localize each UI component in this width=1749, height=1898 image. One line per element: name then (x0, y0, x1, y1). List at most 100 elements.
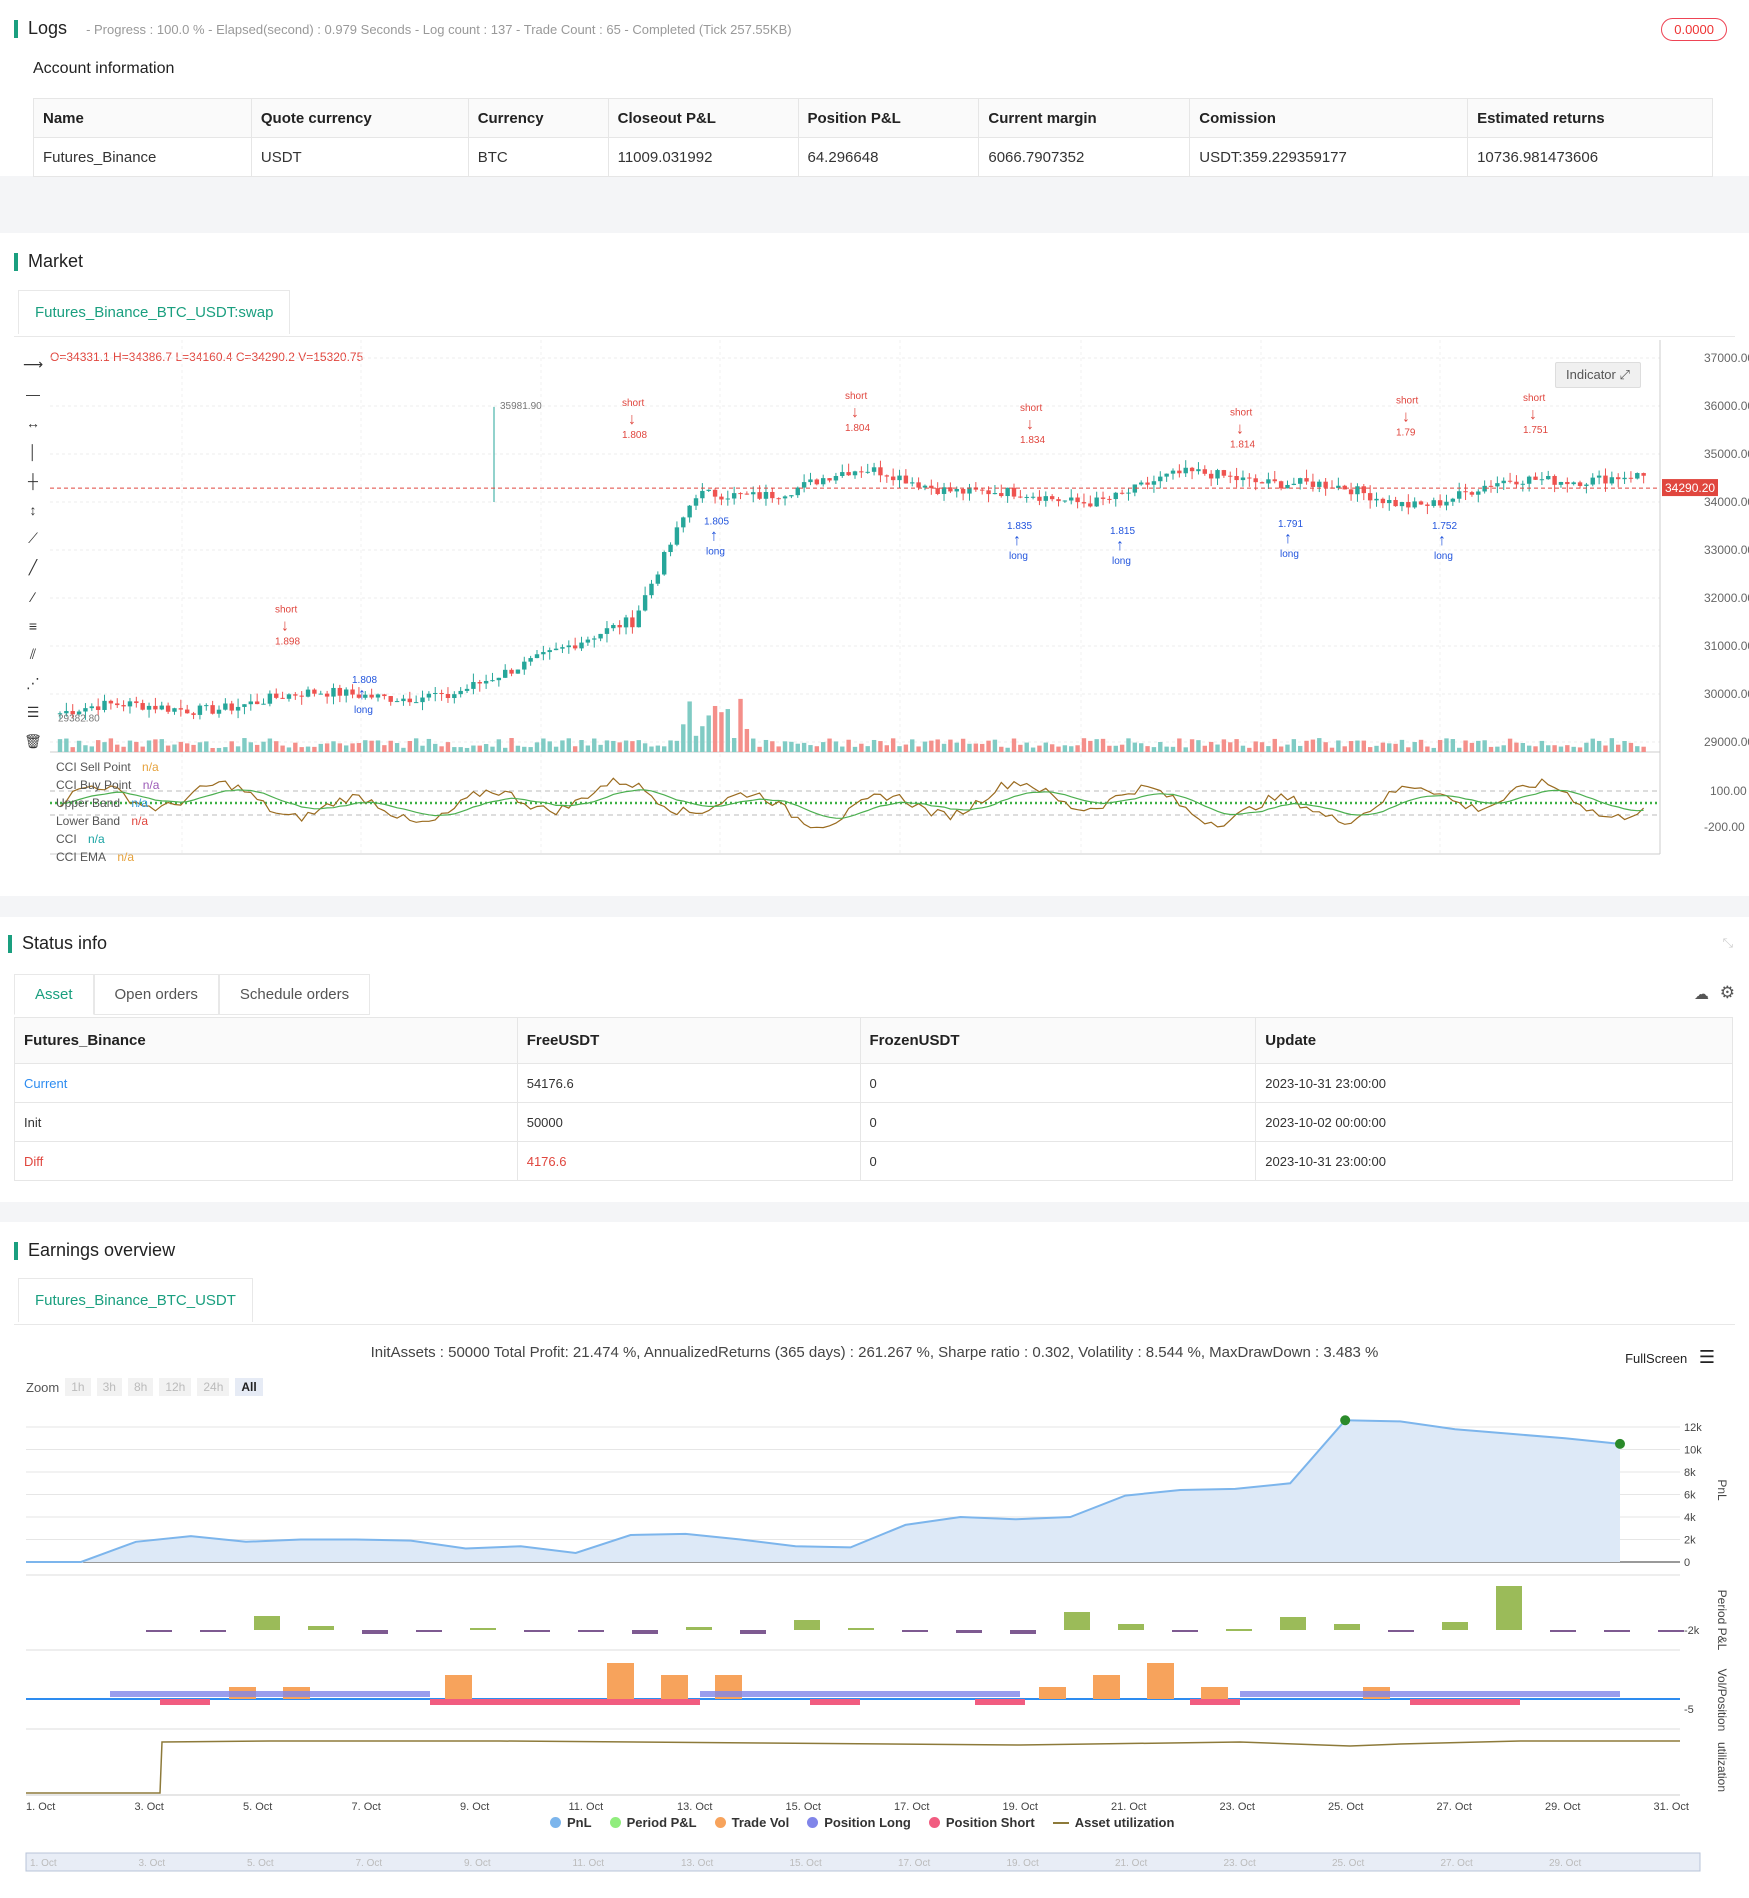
earnings-chart[interactable]: 12k 10k 8k 6k 4k 2k 0 -2k -5 PnL Period P&L Vol/Pos… (0, 1405, 1749, 1885)
period-pnl-bar (1550, 1630, 1576, 1632)
candle-body (1596, 475, 1602, 478)
volume-bar (267, 738, 273, 752)
zoom-8h-button[interactable]: 8h (127, 1378, 154, 1396)
legend-value: n/a (114, 850, 135, 864)
long-arrow-icon: ↑ (1284, 530, 1292, 547)
period-pnl-bar (308, 1626, 334, 1630)
volume-bar (344, 745, 349, 752)
legend-item[interactable]: Position Long (807, 1815, 911, 1830)
price-tick: 29000.00 (1704, 735, 1749, 749)
trade-vol-bar (1093, 1675, 1120, 1699)
price-tick: 33000.00 (1704, 543, 1749, 557)
candle-body (1425, 504, 1430, 506)
volume-bar (935, 739, 940, 752)
volume-bar (1342, 746, 1347, 752)
zoom-1h-button[interactable]: 1h (65, 1378, 91, 1396)
tab-schedule-orders[interactable]: Schedule orders (218, 974, 371, 1015)
candle-body (642, 595, 648, 611)
axis-title: Vol/Position (1715, 1669, 1729, 1732)
zoom-24h-button[interactable]: 24h (197, 1378, 230, 1396)
tab-open-orders[interactable]: Open orders (93, 974, 219, 1015)
legend-item[interactable]: Trade Vol (714, 1815, 789, 1830)
volume-bar (1113, 745, 1118, 752)
collapse-icon[interactable]: ⤡ (1723, 935, 1733, 951)
table-cell: BTC (467, 137, 609, 177)
trade-vol-bar (1147, 1663, 1174, 1699)
volume-bar (1132, 742, 1138, 752)
side-tick: -2k (1684, 1625, 1700, 1637)
volume-bar (903, 744, 909, 752)
volume-bar (1018, 744, 1023, 752)
legend-item[interactable]: Position Short (928, 1815, 1035, 1830)
zoom-12h-button[interactable]: 12h (159, 1378, 192, 1396)
candle-body (598, 633, 603, 639)
legend-item[interactable]: Asset utilization (1052, 1815, 1174, 1830)
settings-gear-icon[interactable]: ⚙ (1720, 983, 1735, 1003)
candle-body (1164, 473, 1169, 477)
table-cell: 10736.981473606 (1467, 137, 1713, 177)
volume-bar (1577, 747, 1583, 752)
long-signal-label: long (706, 546, 725, 557)
table-cell: Futures_Binance (33, 137, 252, 177)
zoom-all-button[interactable]: All (235, 1378, 263, 1396)
candle-body (293, 694, 298, 696)
tab-asset[interactable]: Asset (14, 974, 94, 1015)
cloud-download-icon[interactable]: ☁ (1694, 985, 1709, 1003)
legend-item[interactable]: PnL (550, 1815, 592, 1830)
account-table: Name Quote currency Currency Closeout P&L Po… (33, 98, 1713, 177)
volume-bar (560, 740, 565, 752)
volume-bar (1081, 738, 1087, 752)
candle-body (1310, 481, 1316, 487)
candle-body (464, 688, 470, 691)
volume-bar (1406, 747, 1411, 752)
candle-body (585, 639, 591, 643)
candle-body (1177, 470, 1182, 474)
fullscreen-button[interactable]: FullScreen ☰ (1625, 1347, 1715, 1368)
navigator-tick: 15. Oct (790, 1858, 822, 1869)
candle-body (922, 485, 928, 488)
trade-vol-bar (1201, 1687, 1228, 1699)
candlestick-chart[interactable]: 37000.00 36000.00 35000.00 34000.00 33000.00… (0, 340, 1749, 860)
volume-bar (318, 743, 323, 752)
candle-body (1539, 479, 1545, 481)
candle-body (757, 492, 762, 499)
logs-badge: 0.0000 (1661, 18, 1727, 41)
legend-name: CCI EMA (56, 850, 107, 864)
candle-body (394, 701, 400, 703)
volume-bar (95, 740, 101, 752)
menu-icon[interactable]: ☰ (1699, 1347, 1715, 1367)
candle-body (1317, 481, 1322, 487)
candle-body (992, 493, 998, 495)
legend-item[interactable]: Period P&L (609, 1815, 697, 1830)
candle-body (1437, 500, 1443, 506)
candle-body (1507, 480, 1513, 482)
candle-body (662, 552, 667, 575)
candle-body (344, 689, 349, 696)
volume-bar (941, 743, 947, 752)
tab-market-symbol[interactable]: Futures_Binance_BTC_USDT:swap (18, 290, 291, 334)
pnl-tick: 6k (1684, 1490, 1696, 1502)
candle-body (1304, 478, 1309, 482)
logs-title: Logs - Progress : 100.0 % - Elapsed(seco… (14, 18, 792, 39)
candle-body (1208, 473, 1214, 479)
zoom-3h-button[interactable]: 3h (96, 1378, 122, 1396)
volume-bar (1584, 742, 1589, 752)
candle-body (1431, 500, 1436, 506)
position-long-bar (700, 1691, 1020, 1697)
candle-body (1094, 497, 1099, 507)
volume-bar (922, 741, 928, 752)
volume-bar (146, 740, 152, 752)
volume-bar (1412, 742, 1417, 752)
tab-earnings-symbol[interactable]: Futures_Binance_BTC_USDT (18, 1278, 253, 1322)
volume-bar (1317, 738, 1322, 752)
candle-body (89, 706, 94, 709)
candle-body (795, 487, 800, 496)
candle-body (458, 690, 463, 695)
max-marker (1340, 1415, 1351, 1426)
volume-bar (700, 726, 705, 752)
candle-body (579, 642, 584, 649)
candle-body (859, 471, 864, 473)
volume-bar (1558, 746, 1564, 752)
candle-body (1590, 477, 1595, 485)
volume-bar (1272, 738, 1277, 752)
